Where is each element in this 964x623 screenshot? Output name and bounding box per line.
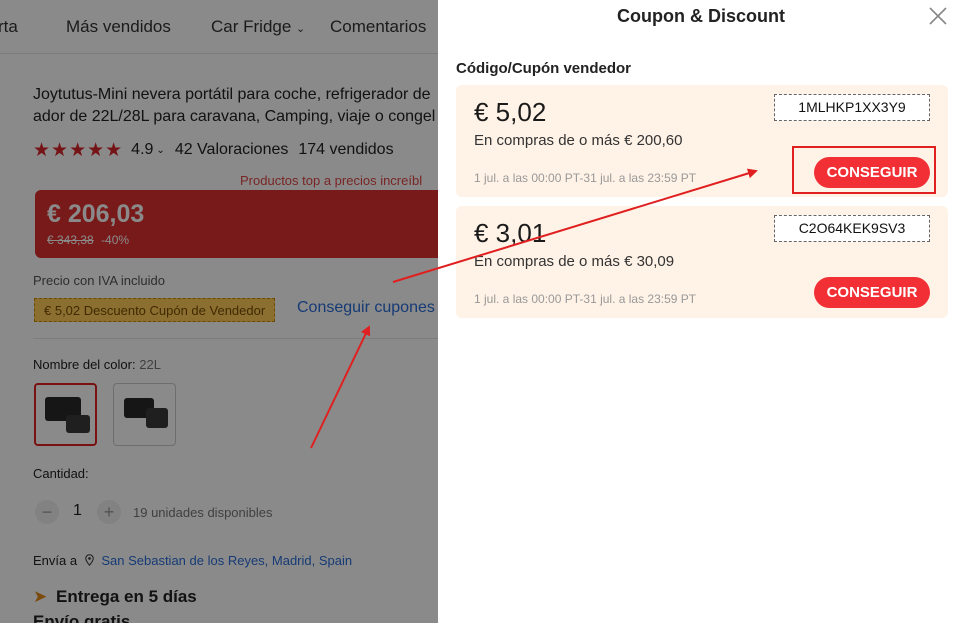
conseguir-button[interactable]: CONSEGUIR bbox=[814, 277, 930, 308]
seller-coupon-section-title: Código/Cupón vendedor bbox=[456, 60, 631, 77]
annotation-highlight-box bbox=[792, 146, 936, 194]
coupon-drawer: Coupon & Discount Código/Cupón vendedor … bbox=[438, 0, 964, 623]
coupon-dates: 1 jul. a las 00:00 PT-31 jul. a las 23:5… bbox=[474, 292, 697, 306]
coupon-condition: En compras de o más € 30,09 bbox=[474, 253, 675, 270]
coupon-code[interactable]: C2O64KEK9SV3 bbox=[774, 215, 930, 242]
coupon-dates: 1 jul. a las 00:00 PT-31 jul. a las 23:5… bbox=[474, 171, 697, 185]
coupon-code[interactable]: 1MLHKP1XX3Y9 bbox=[774, 94, 930, 121]
coupon-condition: En compras de o más € 200,60 bbox=[474, 132, 683, 149]
close-icon[interactable] bbox=[928, 6, 948, 26]
coupon-amount: € 3,01 bbox=[474, 218, 547, 248]
drawer-title: Coupon & Discount bbox=[617, 6, 785, 26]
coupon-amount: € 5,02 bbox=[474, 97, 547, 127]
coupon-card: € 3,01 En compras de o más € 30,09 1 jul… bbox=[456, 206, 948, 318]
